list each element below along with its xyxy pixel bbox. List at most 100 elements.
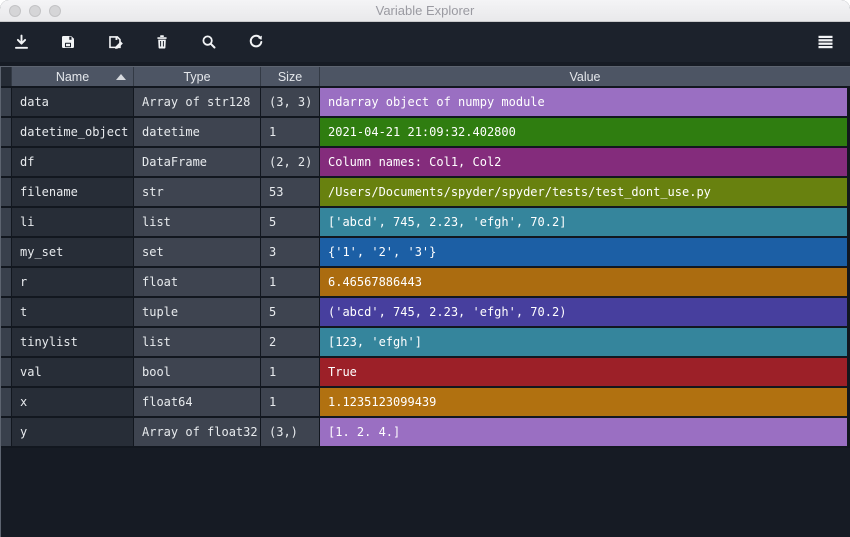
cell-value[interactable]: Column names: Col1, Col2 [320, 148, 847, 176]
cell-name[interactable]: datetime_object [12, 118, 134, 146]
search-icon [201, 34, 217, 50]
refresh-icon [248, 34, 264, 50]
table-header: Name Type Size Value [1, 67, 850, 86]
row-header-strip [1, 118, 12, 146]
hamburger-menu-icon [818, 35, 833, 49]
variables-table: Name Type Size Value data Array of str12… [0, 66, 850, 537]
cell-type[interactable]: str [134, 178, 261, 206]
cell-value[interactable]: 2021-04-21 21:09:32.402800 [320, 118, 847, 146]
row-header-strip [1, 208, 12, 236]
row-header-strip [1, 328, 12, 356]
table-row: val bool 1 True [1, 358, 847, 386]
cell-value[interactable]: 6.46567886443 [320, 268, 847, 296]
cell-type[interactable]: Array of str128 [134, 88, 261, 116]
trash-icon [154, 34, 170, 50]
cell-size[interactable]: 5 [261, 208, 320, 236]
cell-name[interactable]: df [12, 148, 134, 176]
column-header-type-label: Type [183, 69, 211, 84]
column-header-value[interactable]: Value [320, 67, 850, 86]
column-header-type[interactable]: Type [134, 67, 261, 86]
traffic-lights [9, 4, 61, 17]
cell-value[interactable]: /Users/Documents/spyder/spyder/tests/tes… [320, 178, 847, 206]
refresh-variables-button[interactable] [241, 27, 271, 57]
cell-value[interactable]: ndarray object of numpy module [320, 88, 847, 116]
cell-value[interactable]: True [320, 358, 847, 386]
cell-name[interactable]: filename [12, 178, 134, 206]
cell-type[interactable]: float64 [134, 388, 261, 416]
cell-name[interactable]: x [12, 388, 134, 416]
table-row: y Array of float32 (3,) [1. 2. 4.] [1, 418, 847, 446]
import-data-button[interactable] [6, 27, 36, 57]
column-header-name[interactable]: Name [12, 67, 134, 86]
column-header-value-label: Value [569, 69, 601, 84]
table-row: x float64 1 1.1235123099439 [1, 388, 847, 416]
table-row: li list 5 ['abcd', 745, 2.23, 'efgh', 70… [1, 208, 847, 236]
table-row: my_set set 3 {'1', '2', '3'} [1, 238, 847, 266]
minimize-button[interactable] [29, 4, 41, 17]
cell-size[interactable]: (3, 3) [261, 88, 320, 116]
table-row: data Array of str128 (3, 3) ndarray obje… [1, 88, 847, 116]
save-data-button[interactable] [53, 27, 83, 57]
sort-ascending-icon [116, 73, 126, 80]
cell-type[interactable]: Array of float32 [134, 418, 261, 446]
cell-size[interactable]: 1 [261, 118, 320, 146]
cell-size[interactable]: 2 [261, 328, 320, 356]
table-row: filename str 53 /Users/Documents/spyder/… [1, 178, 847, 206]
column-header-name-label: Name [55, 69, 90, 84]
maximize-button[interactable] [49, 4, 61, 17]
table-row: datetime_object datetime 1 2021-04-21 21… [1, 118, 847, 146]
row-header-strip [1, 88, 12, 116]
remove-variable-button[interactable] [147, 27, 177, 57]
cell-size[interactable]: 1 [261, 358, 320, 386]
cell-type[interactable]: DataFrame [134, 148, 261, 176]
cell-name[interactable]: li [12, 208, 134, 236]
cell-name[interactable]: tinylist [12, 328, 134, 356]
import-icon [13, 34, 30, 51]
cell-name[interactable]: t [12, 298, 134, 326]
table-row: r float 1 6.46567886443 [1, 268, 847, 296]
row-header-strip [1, 238, 12, 266]
row-header-strip [1, 298, 12, 326]
cell-name[interactable]: r [12, 268, 134, 296]
cell-name[interactable]: my_set [12, 238, 134, 266]
table-row: df DataFrame (2, 2) Column names: Col1, … [1, 148, 847, 176]
save-data-as-button[interactable] [100, 27, 130, 57]
cell-type[interactable]: set [134, 238, 261, 266]
cell-type[interactable]: list [134, 328, 261, 356]
save-icon [60, 34, 76, 50]
table-row: tinylist list 2 [123, 'efgh'] [1, 328, 847, 356]
cell-size[interactable]: 1 [261, 268, 320, 296]
row-header-strip [1, 148, 12, 176]
cell-type[interactable]: bool [134, 358, 261, 386]
cell-size[interactable]: 5 [261, 298, 320, 326]
window-title: Variable Explorer [375, 3, 475, 18]
cell-name[interactable]: y [12, 418, 134, 446]
options-menu-button[interactable] [810, 27, 840, 57]
close-button[interactable] [9, 4, 21, 17]
cell-size[interactable]: (3,) [261, 418, 320, 446]
variable-explorer-window: Variable Explorer Name Type Size Value d… [0, 0, 850, 537]
cell-value[interactable]: {'1', '2', '3'} [320, 238, 847, 266]
cell-name[interactable]: data [12, 88, 134, 116]
cell-value[interactable]: ('abcd', 745, 2.23, 'efgh', 70.2) [320, 298, 847, 326]
cell-size[interactable]: (2, 2) [261, 148, 320, 176]
cell-value[interactable]: ['abcd', 745, 2.23, 'efgh', 70.2] [320, 208, 847, 236]
column-header-size[interactable]: Size [261, 67, 320, 86]
cell-value[interactable]: [123, 'efgh'] [320, 328, 847, 356]
cell-name[interactable]: val [12, 358, 134, 386]
cell-type[interactable]: datetime [134, 118, 261, 146]
table-empty-area [1, 448, 850, 537]
cell-type[interactable]: list [134, 208, 261, 236]
save-as-icon [107, 34, 124, 51]
row-header-strip [1, 178, 12, 206]
cell-size[interactable]: 3 [261, 238, 320, 266]
header-corner[interactable] [1, 67, 12, 86]
cell-size[interactable]: 1 [261, 388, 320, 416]
cell-type[interactable]: float [134, 268, 261, 296]
cell-value[interactable]: 1.1235123099439 [320, 388, 847, 416]
titlebar: Variable Explorer [0, 0, 850, 22]
cell-size[interactable]: 53 [261, 178, 320, 206]
cell-value[interactable]: [1. 2. 4.] [320, 418, 847, 446]
cell-type[interactable]: tuple [134, 298, 261, 326]
search-variable-button[interactable] [194, 27, 224, 57]
